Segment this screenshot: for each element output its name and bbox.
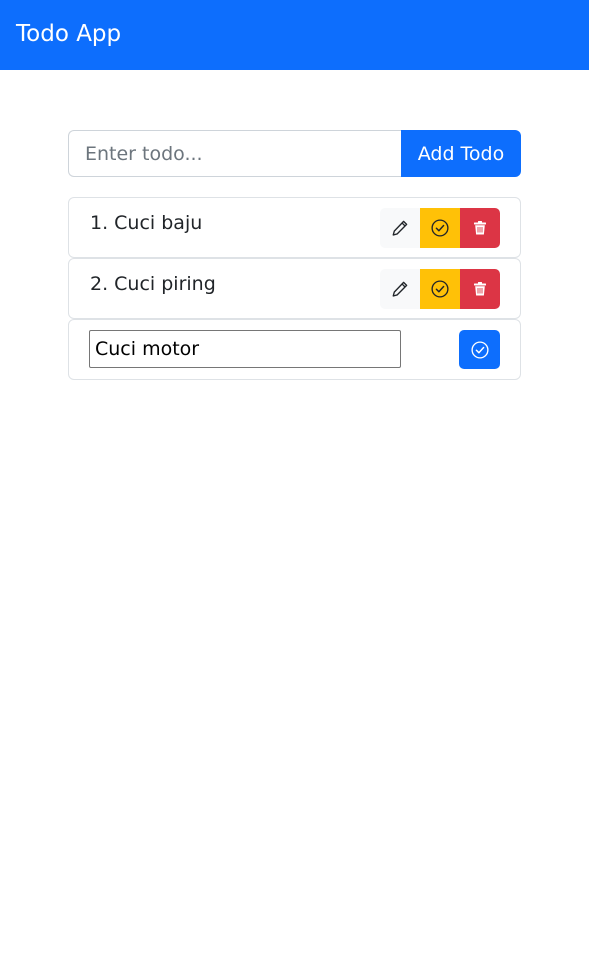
pencil-icon [392,281,408,297]
trash-icon [474,221,486,235]
navbar-brand[interactable]: Todo App [16,19,121,49]
check-circle-icon [431,219,449,237]
edit-todo-input[interactable] [89,330,401,368]
done-button[interactable] [420,269,460,309]
todo-item: 1. Cuci baju [68,197,521,258]
todo-item-editing [68,319,521,380]
add-todo-button[interactable]: Add Todo [401,130,521,177]
delete-button[interactable] [460,269,500,309]
todo-item-actions [380,208,500,248]
edit-button[interactable] [380,208,420,248]
check-circle-icon [470,340,489,359]
trash-icon [474,282,486,296]
navbar: Todo App [0,0,589,70]
todo-input[interactable] [68,130,401,177]
edit-button[interactable] [380,269,420,309]
done-button[interactable] [420,208,460,248]
check-circle-icon [431,280,449,298]
todo-item: 2. Cuci piring [68,258,521,319]
todo-item-text: 1. Cuci baju [90,212,203,234]
todo-item-text: 2. Cuci piring [90,273,216,295]
delete-button[interactable] [460,208,500,248]
pencil-icon [392,220,408,236]
todo-item-actions [380,269,500,309]
add-todo-form: Add Todo [68,130,521,177]
save-edit-button[interactable] [459,330,500,369]
